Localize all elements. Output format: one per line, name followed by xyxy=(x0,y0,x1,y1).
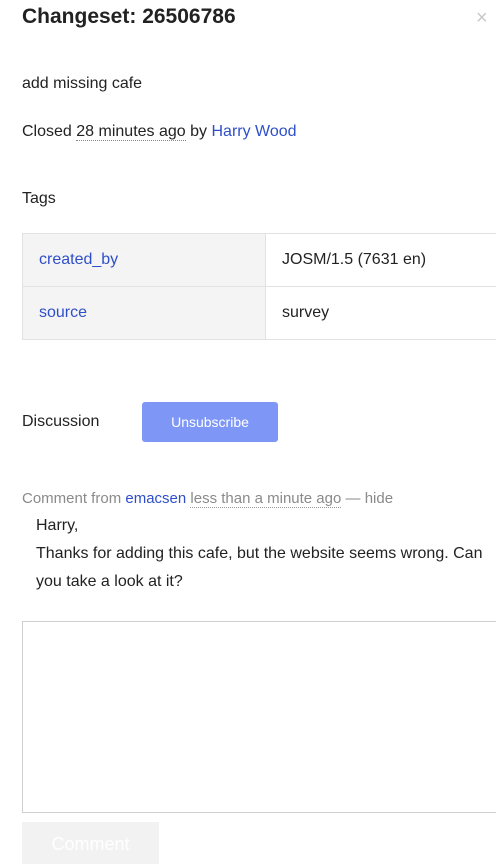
by-label: by xyxy=(190,123,208,140)
comment-user-link[interactable]: emacsen xyxy=(125,490,186,507)
changeset-id: 26506786 xyxy=(142,5,236,28)
tag-value-cell: survey xyxy=(265,286,496,340)
changeset-details: Closed 28 minutes ago by Harry Wood xyxy=(22,123,297,141)
tags-heading: Tags xyxy=(22,190,56,207)
table-row: source survey xyxy=(22,286,496,340)
tag-key-link[interactable]: created_by xyxy=(39,251,118,268)
comment-meta: Comment from emacsen less than a minute … xyxy=(22,490,393,508)
comment-line: Thanks for adding this cafe, but the web… xyxy=(36,545,483,590)
closed-time: 28 minutes ago xyxy=(76,123,186,141)
comment-body: Harry, Thanks for adding this cafe, but … xyxy=(36,512,496,596)
comment-line: Harry, xyxy=(36,517,79,534)
comment-textarea[interactable] xyxy=(22,621,496,813)
meta-separator: — xyxy=(345,490,361,507)
unsubscribe-button[interactable]: Unsubscribe xyxy=(142,402,278,442)
close-icon[interactable]: × xyxy=(476,8,496,28)
comment-time: less than a minute ago xyxy=(190,490,342,508)
table-row: created_by JOSM/1.5 (7631 en) xyxy=(22,233,496,287)
title-prefix: Changeset: xyxy=(22,5,143,28)
discussion-heading: Discussion xyxy=(22,413,100,430)
changeset-comment: add missing cafe xyxy=(22,75,143,92)
comment-from-label: Comment from xyxy=(22,490,122,507)
author-link[interactable]: Harry Wood xyxy=(211,123,296,140)
tag-key-link[interactable]: source xyxy=(39,304,87,321)
page-title: Changeset: 26506786 xyxy=(22,5,236,29)
tag-value-cell: JOSM/1.5 (7631 en) xyxy=(265,233,496,287)
status-text: Closed xyxy=(22,123,72,140)
changeset-panel: Changeset: 26506786 × add missing cafe C… xyxy=(0,0,496,864)
comment-button[interactable]: Comment xyxy=(22,822,159,864)
tag-key-cell: created_by xyxy=(22,233,266,287)
tag-key-cell: source xyxy=(22,286,266,340)
hide-comment-link[interactable]: hide xyxy=(365,490,393,507)
tags-table: created_by JOSM/1.5 (7631 en) source sur… xyxy=(22,233,496,340)
